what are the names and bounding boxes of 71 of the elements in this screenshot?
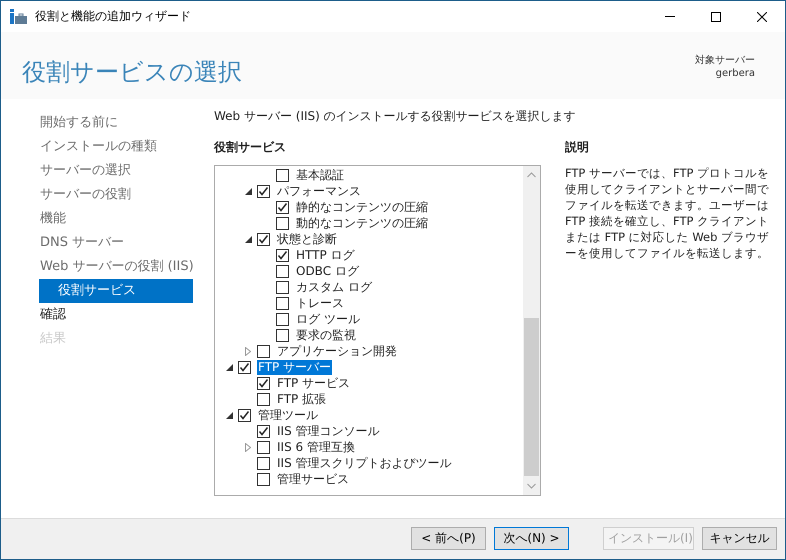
scrollbar[interactable] [523, 166, 540, 495]
checkbox[interactable] [257, 233, 270, 246]
target-server-label: 対象サーバー [695, 54, 755, 67]
maximize-icon[interactable] [711, 12, 721, 22]
checkbox[interactable] [257, 345, 270, 358]
checkbox[interactable] [257, 185, 270, 198]
wizard-button[interactable]: < 前へ(P) [411, 527, 486, 550]
checkbox[interactable] [257, 377, 270, 390]
description-heading: 説明 [565, 140, 589, 154]
instruction-text: Web サーバー (IIS) のインストールする役割サービスを選択します [214, 108, 577, 124]
nav-item[interactable]: サーバーの選択 [39, 158, 193, 183]
service-label[interactable]: HTTP ログ [295, 248, 356, 264]
checkbox[interactable] [257, 393, 270, 406]
checkbox[interactable] [276, 265, 289, 278]
service-label[interactable]: アプリケーション開発 [276, 344, 398, 360]
close-icon[interactable] [757, 12, 767, 22]
checkbox[interactable] [276, 169, 289, 182]
nav-item[interactable]: Web サーバーの役割 (IIS) [39, 254, 193, 279]
section-heading: 役割サービス [214, 138, 287, 155]
nav-item[interactable]: DNS サーバー [39, 230, 193, 255]
service-label[interactable]: ログ ツール [295, 312, 361, 328]
page-title: 役割サービスの選択 [22, 57, 242, 88]
checkbox[interactable] [238, 409, 251, 422]
wizard-button[interactable]: 次へ(N) > [494, 527, 569, 550]
service-label[interactable]: 動的なコンテンツの圧縮 [295, 216, 429, 232]
service-label[interactable]: パフォーマンス [276, 184, 362, 200]
target-server-name: gerbera [716, 67, 755, 80]
checkbox[interactable] [257, 473, 270, 486]
nav-item[interactable]: 開始する前に [39, 110, 193, 135]
wizard-button[interactable]: キャンセル [702, 527, 777, 550]
collapsed-triangle-icon[interactable] [245, 347, 251, 356]
expanded-triangle-icon[interactable] [226, 412, 232, 420]
checkbox[interactable] [257, 441, 270, 454]
expanded-triangle-icon[interactable] [244, 188, 252, 196]
service-label[interactable]: 状態と診断 [276, 232, 338, 248]
service-label[interactable]: カスタム ログ [295, 280, 373, 296]
service-label[interactable]: FTP サーバー [257, 360, 332, 376]
service-label[interactable]: IIS 6 管理互換 [276, 440, 356, 456]
service-label[interactable]: トレース [295, 296, 345, 312]
checkbox[interactable] [276, 217, 289, 230]
nav-item[interactable]: インストールの種類 [39, 134, 193, 159]
expanded-triangle-icon[interactable] [244, 236, 252, 244]
expanded-triangle-icon[interactable] [226, 364, 232, 372]
service-label[interactable]: FTP サービス [276, 376, 352, 392]
service-label[interactable]: IIS 管理スクリプトおよびツール [276, 456, 453, 472]
service-label[interactable]: 管理ツール [257, 408, 319, 424]
checkbox[interactable] [276, 201, 289, 214]
service-label[interactable]: 要求の監視 [295, 328, 357, 344]
checkbox[interactable] [276, 297, 289, 310]
service-label[interactable]: 静的なコンテンツの圧縮 [295, 200, 429, 216]
nav-item[interactable]: サーバーの役割 [39, 182, 193, 207]
checkbox[interactable] [238, 361, 251, 374]
checkbox[interactable] [276, 281, 289, 294]
checkbox[interactable] [257, 457, 270, 470]
service-label[interactable]: ODBC ログ [295, 264, 360, 280]
window-title: 役割と機能の追加ウィザード [35, 8, 191, 25]
service-label[interactable]: 管理サービス [276, 472, 350, 488]
service-label[interactable]: IIS 管理コンソール [276, 424, 381, 440]
service-label[interactable]: 基本認証 [295, 168, 345, 184]
service-label[interactable]: FTP 拡張 [276, 392, 328, 408]
checkbox[interactable] [276, 313, 289, 326]
nav-item[interactable]: 機能 [39, 206, 193, 231]
nav-item[interactable]: 役割サービス [39, 278, 193, 303]
wizard-icon [10, 8, 28, 24]
scrollbar-thumb[interactable] [524, 318, 539, 476]
checkbox[interactable] [257, 425, 270, 438]
checkbox[interactable] [276, 329, 289, 342]
checkbox[interactable] [276, 249, 289, 262]
description-text: FTP サーバーでは、FTP プロトコルを使用してクライアントとサーバー間でファイルを転送できます。ユーザーは FTP 接続を確立し、FTP クライアントまたは FTP に対応した Web ブラウザーを使用してファイルを転送します。 [565, 164, 770, 261]
collapsed-triangle-icon[interactable] [245, 443, 251, 452]
nav-item[interactable]: 確認 [39, 302, 193, 327]
